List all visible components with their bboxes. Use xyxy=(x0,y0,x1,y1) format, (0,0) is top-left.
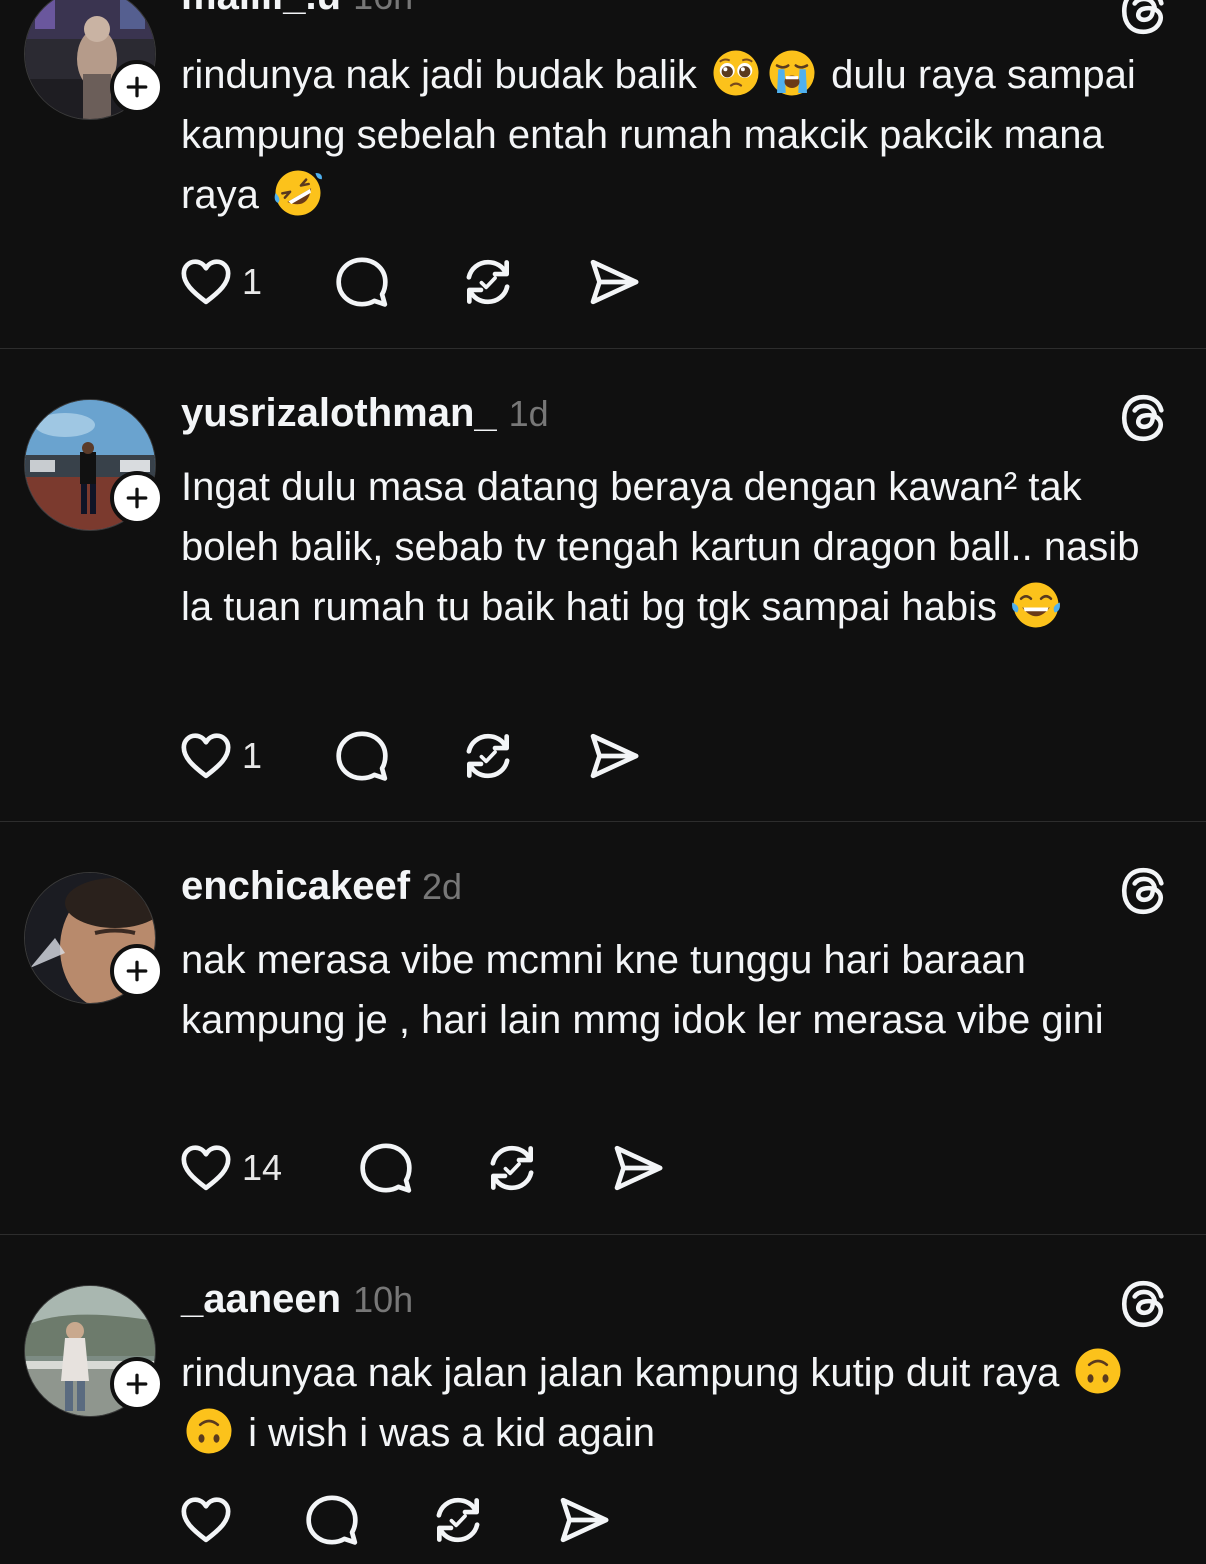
text-part: Ingat dulu masa datang beraya dengan kaw… xyxy=(181,465,1140,629)
timestamp: 2d xyxy=(422,866,463,907)
follow-button[interactable] xyxy=(110,60,164,114)
loudly-crying-face-emoji xyxy=(767,48,817,98)
post-header: enchicakeef 2d xyxy=(181,864,462,914)
post-header: mailli_.u 16h xyxy=(181,0,413,24)
share-button[interactable] xyxy=(610,1138,666,1198)
plus-icon xyxy=(122,1369,152,1399)
threads-logo-icon[interactable] xyxy=(1118,1279,1168,1329)
upside-down-face-emoji xyxy=(1073,1346,1123,1396)
timestamp: 10h xyxy=(353,1279,414,1320)
avatar-container xyxy=(24,872,164,1004)
repost-icon xyxy=(430,1492,486,1548)
share-button[interactable] xyxy=(556,1490,612,1550)
like-button[interactable]: 14 xyxy=(178,1138,282,1198)
post-text: nak merasa vibe mcmni kne tunggu hari ba… xyxy=(181,930,1171,1050)
rolling-on-floor-laughing-emoji xyxy=(273,168,323,218)
heart-icon xyxy=(178,728,234,784)
heart-icon xyxy=(178,1492,234,1548)
text-part: rindunyaa nak jalan jalan kampung kutip … xyxy=(181,1351,1060,1395)
reply-button[interactable] xyxy=(358,1138,414,1198)
post-2: yusrizalothman_ 1d Ingat dulu masa datan… xyxy=(0,349,1206,821)
username[interactable]: mailli_.u xyxy=(181,0,341,19)
text-part: i wish i was a kid again xyxy=(248,1411,655,1455)
threads-logo-icon[interactable] xyxy=(1118,393,1168,443)
repost-button[interactable] xyxy=(484,1138,540,1198)
post-4: _aaneen 10h rindunyaa nak jalan jalan ka… xyxy=(0,1235,1206,1564)
share-button[interactable] xyxy=(586,252,642,312)
share-send-icon xyxy=(556,1492,612,1548)
like-count: 1 xyxy=(242,735,263,776)
share-send-icon xyxy=(586,728,642,784)
plus-icon xyxy=(122,72,152,102)
face-with-tears-of-joy-emoji xyxy=(1011,580,1061,630)
avatar-container xyxy=(24,399,164,531)
like-button[interactable]: 1 xyxy=(178,252,262,312)
comment-bubble-icon xyxy=(334,254,390,310)
comment-bubble-icon xyxy=(334,728,390,784)
pleading-face-emoji xyxy=(711,48,761,98)
repost-icon xyxy=(460,254,516,310)
reply-button[interactable] xyxy=(304,1490,360,1550)
repost-button[interactable] xyxy=(430,1490,486,1550)
share-send-icon xyxy=(586,254,642,310)
post-text: rindunya nak jadi budak balik dulu raya … xyxy=(181,45,1171,225)
timestamp: 1d xyxy=(508,393,549,434)
avatar-container xyxy=(24,1285,164,1417)
follow-button[interactable] xyxy=(110,471,164,525)
heart-icon xyxy=(178,1140,234,1196)
threads-logo-icon[interactable] xyxy=(1118,0,1168,36)
username[interactable]: yusrizalothman_ xyxy=(181,391,497,436)
repost-button[interactable] xyxy=(460,252,516,312)
repost-icon xyxy=(484,1140,540,1196)
like-button[interactable] xyxy=(178,1490,234,1550)
post-header: yusrizalothman_ 1d xyxy=(181,391,549,441)
share-send-icon xyxy=(610,1140,666,1196)
text-part: rindunya nak jadi budak balik xyxy=(181,53,697,97)
comment-bubble-icon xyxy=(358,1140,414,1196)
repost-icon xyxy=(460,728,516,784)
post-text: rindunyaa nak jalan jalan kampung kutip … xyxy=(181,1343,1171,1463)
like-count: 14 xyxy=(242,1147,283,1188)
timestamp: 16h xyxy=(353,0,413,18)
threads-logo-icon[interactable] xyxy=(1118,866,1168,916)
reply-button[interactable] xyxy=(334,726,390,786)
plus-icon xyxy=(122,483,152,513)
like-button[interactable]: 1 xyxy=(178,726,262,786)
follow-button[interactable] xyxy=(110,1357,164,1411)
follow-button[interactable] xyxy=(110,944,164,998)
post-3: enchicakeef 2d nak merasa vibe mcmni kne… xyxy=(0,822,1206,1234)
post-header: _aaneen 10h xyxy=(181,1277,413,1327)
post-text: Ingat dulu masa datang beraya dengan kaw… xyxy=(181,457,1171,637)
like-count: 1 xyxy=(242,261,263,302)
text-part: nak merasa vibe mcmni kne tunggu hari ba… xyxy=(181,938,1104,1042)
upside-down-face-emoji xyxy=(184,1406,234,1456)
heart-icon xyxy=(178,254,234,310)
avatar-container xyxy=(24,0,164,120)
username[interactable]: _aaneen xyxy=(181,1277,341,1322)
repost-button[interactable] xyxy=(460,726,516,786)
plus-icon xyxy=(122,956,152,986)
reply-button[interactable] xyxy=(334,252,390,312)
share-button[interactable] xyxy=(586,726,642,786)
username[interactable]: enchicakeef xyxy=(181,864,410,909)
post-1: mailli_.u 16h rindunya nak jadi budak ba… xyxy=(0,0,1206,348)
comment-bubble-icon xyxy=(304,1492,360,1548)
